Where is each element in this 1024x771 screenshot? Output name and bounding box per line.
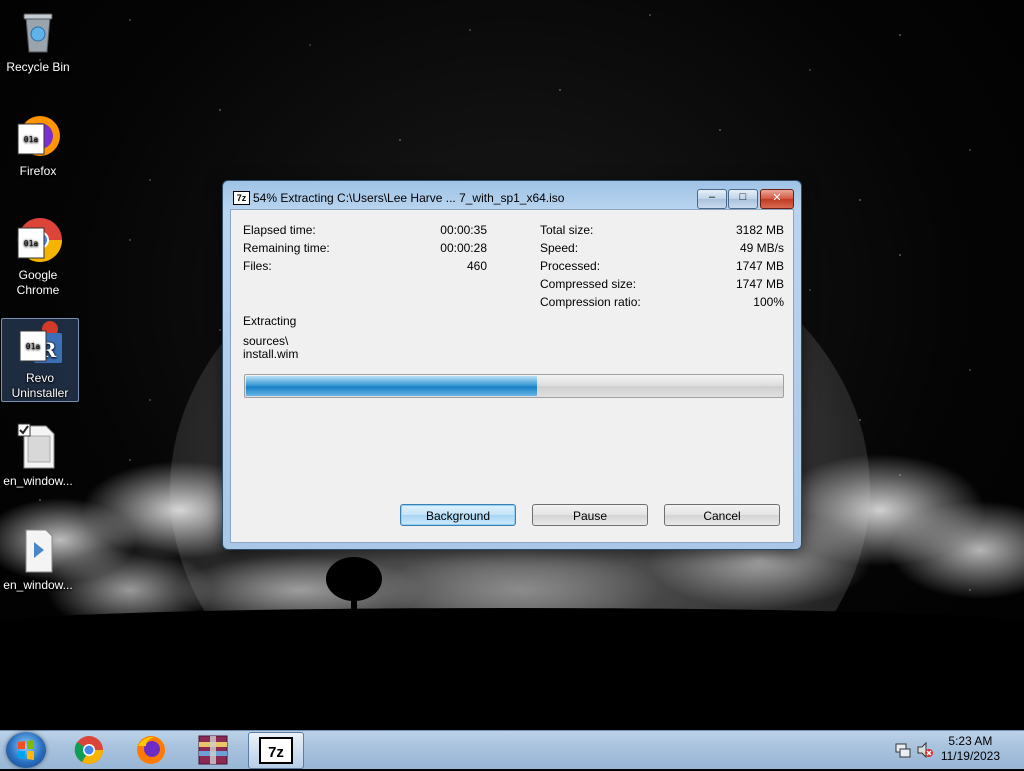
taskbar-chrome[interactable] (62, 732, 116, 767)
desktop-icon-label: Google Chrome (16, 268, 60, 297)
desktop-icon-google-chrome[interactable]: 01a Google Chrome (0, 216, 76, 298)
system-clock[interactable]: 5:23 AM 11/19/2023 (941, 734, 1000, 764)
revo-uninstaller-icon: R 01a (16, 319, 64, 367)
stat-label: Compressed size: (540, 277, 637, 291)
stat-value: 3182 MB (735, 223, 784, 237)
windows-logo-icon (18, 740, 34, 760)
stat-label: Processed: (540, 259, 601, 273)
archive-icon (198, 735, 228, 765)
minimize-icon: – (708, 191, 716, 203)
stat-label: Files: (243, 259, 272, 273)
stat-label: Speed: (540, 241, 579, 255)
desktop-icon-label: Revo Uninstaller (11, 371, 69, 400)
tree-silhouette (326, 557, 382, 617)
desktop-icon-file[interactable]: en_window... (0, 526, 76, 593)
operation-status: Extracting (243, 314, 297, 328)
taskbar-archive[interactable] (186, 732, 240, 767)
file-icon (14, 526, 62, 574)
maximize-button[interactable]: □ (728, 189, 758, 209)
taskbar: 7z 5:23 AM 11/19/2023 (0, 730, 1024, 769)
progress-bar-fill (246, 376, 537, 396)
minimize-button[interactable]: – (697, 189, 727, 209)
desktop-icon-iso-file[interactable]: en_window... (0, 422, 76, 489)
desktop-icon-label: Recycle Bin (6, 60, 70, 74)
maximize-icon: □ (739, 191, 747, 203)
network-icon[interactable] (894, 741, 912, 759)
clock-time: 5:23 AM (948, 734, 993, 748)
svg-text:01a: 01a (24, 135, 39, 144)
volume-muted-icon[interactable] (916, 741, 934, 759)
stat-label: Elapsed time: (243, 223, 316, 237)
stat-value: 460 (466, 259, 487, 273)
wallpaper-ground (0, 608, 1024, 730)
close-icon: ✕ (772, 192, 782, 204)
background-button[interactable]: Background (400, 504, 516, 526)
dialog-title: 54% Extracting C:\Users\Lee Harve ... 7_… (253, 191, 565, 205)
stat-value: 1747 MB (735, 277, 784, 291)
svg-text:01a: 01a (26, 342, 41, 351)
stat-value: 1747 MB (735, 259, 784, 273)
stat-value: 00:00:35 (440, 223, 487, 237)
desktop-icon-label: Firefox (19, 164, 57, 178)
start-button[interactable] (6, 732, 46, 768)
cancel-button[interactable]: Cancel (664, 504, 780, 526)
dialog-client-area: Elapsed time: 00:00:35 Remaining time: 0… (230, 209, 794, 543)
progress-bar (244, 374, 784, 398)
desktop-icon-revo-uninstaller[interactable]: R 01a Revo Uninstaller (1, 318, 79, 402)
clock-date: 11/19/2023 (940, 749, 1000, 763)
system-tray: 5:23 AM 11/19/2023 (884, 731, 1024, 769)
desktop-icon-firefox[interactable]: 01a Firefox (0, 112, 76, 179)
stat-label: Total size: (540, 223, 594, 237)
chrome-icon: 01a (14, 216, 62, 264)
chrome-icon (74, 736, 103, 764)
taskbar-7zip[interactable]: 7z (248, 732, 304, 769)
dialog-titlebar[interactable]: 7z 54% Extracting C:\Users\Lee Harve ...… (223, 181, 801, 211)
current-path: sources\ (243, 334, 289, 348)
extraction-dialog: 7z 54% Extracting C:\Users\Lee Harve ...… (222, 180, 802, 550)
recycle-bin-icon (14, 8, 62, 56)
7zip-app-icon: 7z (233, 191, 250, 205)
7zip-icon: 7z (259, 737, 293, 764)
firefox-icon (137, 736, 165, 764)
stat-value: 100% (753, 295, 784, 309)
pause-button[interactable]: Pause (532, 504, 648, 526)
svg-text:01a: 01a (24, 239, 39, 248)
stat-value: 49 MB/s (739, 241, 784, 255)
7zip-icon-label: 7z (268, 744, 284, 761)
desktop-icon-recycle-bin[interactable]: Recycle Bin (0, 8, 76, 75)
current-file: install.wim (243, 347, 299, 361)
desktop-icon-label: en_window... (3, 578, 73, 592)
stat-label: Remaining time: (243, 241, 330, 255)
iso-file-icon (14, 422, 62, 470)
taskbar-firefox[interactable] (124, 732, 178, 767)
close-button[interactable]: ✕ (760, 189, 794, 209)
firefox-icon: 01a (14, 112, 62, 160)
stat-value: 00:00:28 (440, 241, 487, 255)
stat-label: Compression ratio: (540, 295, 641, 309)
desktop-icon-label: en_window... (3, 474, 73, 488)
